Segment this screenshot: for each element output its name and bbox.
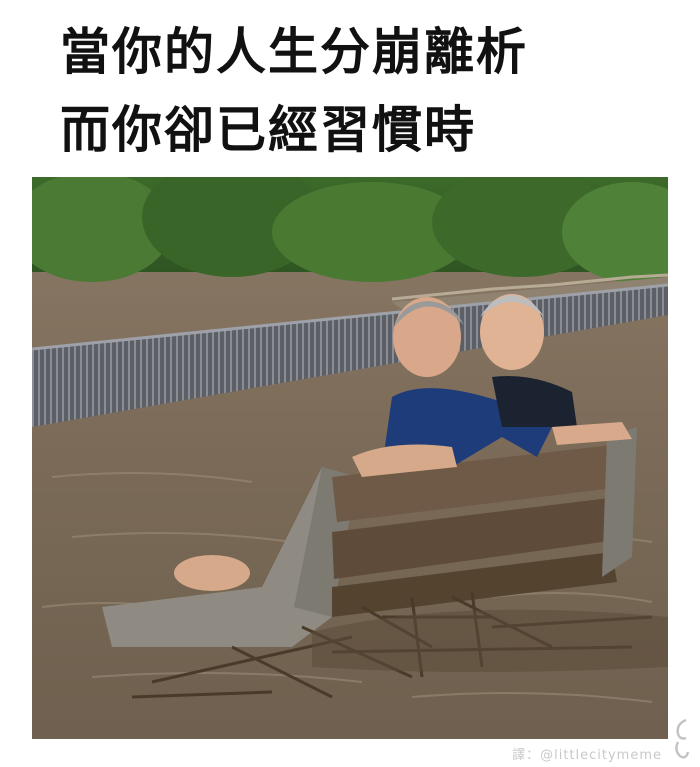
caption-line-1: 當你的人生分崩離析 [60,23,528,81]
submerged-legs [174,555,250,591]
flood-bench-photo [32,177,668,739]
caption-line-2: 而你卻已經習慣時 [60,101,476,159]
bench-far-end [602,427,637,577]
trees-background [32,177,668,282]
meme-page: 當你的人生分崩離析 而你卻已經習慣時 譯：@littlecitymeme [0,0,700,767]
artist-signature-mark [675,718,690,759]
translator-credit: 譯：@littlecitymeme [512,748,662,763]
